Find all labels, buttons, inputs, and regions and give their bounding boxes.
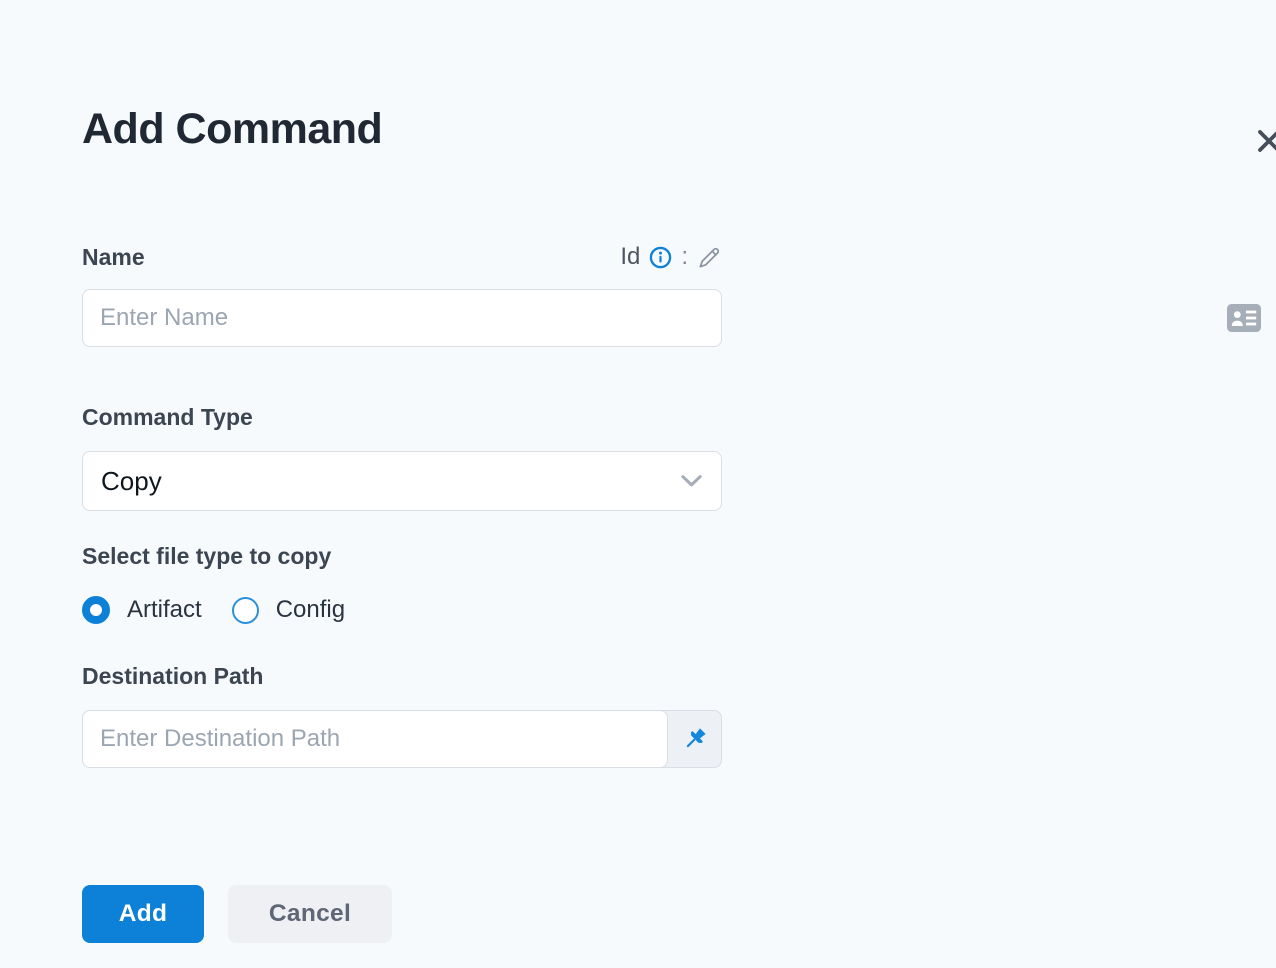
file-type-label: Select file type to copy <box>82 543 332 569</box>
name-label-row: Name Id : <box>82 242 722 272</box>
add-button[interactable]: Add <box>82 885 204 943</box>
command-type-value: Copy <box>101 465 162 496</box>
close-button[interactable] <box>1252 124 1276 158</box>
id-colon: : <box>681 243 688 270</box>
info-icon[interactable] <box>649 246 672 269</box>
radio-artifact-label: Artifact <box>127 596 202 623</box>
name-label: Name <box>82 244 145 270</box>
radio-unselected-icon <box>231 596 259 624</box>
command-type-label: Command Type <box>82 404 253 430</box>
name-input[interactable] <box>82 289 722 347</box>
file-type-radio-group: Artifact Config <box>82 596 1276 624</box>
command-type-select[interactable]: Copy <box>82 451 722 511</box>
pencil-icon[interactable] <box>697 245 722 270</box>
radio-selected-icon <box>82 596 110 624</box>
contact-card-icon <box>1227 304 1261 332</box>
id-label: Id <box>620 243 641 270</box>
add-command-panel: Add Command Name Id : Enter Name Command… <box>0 104 1276 968</box>
page-title: Add Command <box>82 105 383 153</box>
cancel-button[interactable]: Cancel <box>228 885 392 943</box>
destination-path-wrap <box>82 710 722 768</box>
pin-button[interactable] <box>668 711 721 767</box>
radio-config[interactable]: Config <box>231 596 346 624</box>
action-bar: Add Cancel <box>82 885 1276 943</box>
chevron-down-icon <box>680 474 703 488</box>
id-cluster: Id : <box>620 242 722 272</box>
radio-config-label: Config <box>275 596 346 623</box>
name-input-wrap <box>82 289 1276 347</box>
radio-artifact[interactable]: Artifact <box>82 596 202 624</box>
destination-path-label: Destination Path <box>82 663 264 689</box>
pushpin-icon <box>680 725 709 754</box>
destination-path-input[interactable] <box>82 710 668 768</box>
close-icon <box>1255 127 1276 155</box>
